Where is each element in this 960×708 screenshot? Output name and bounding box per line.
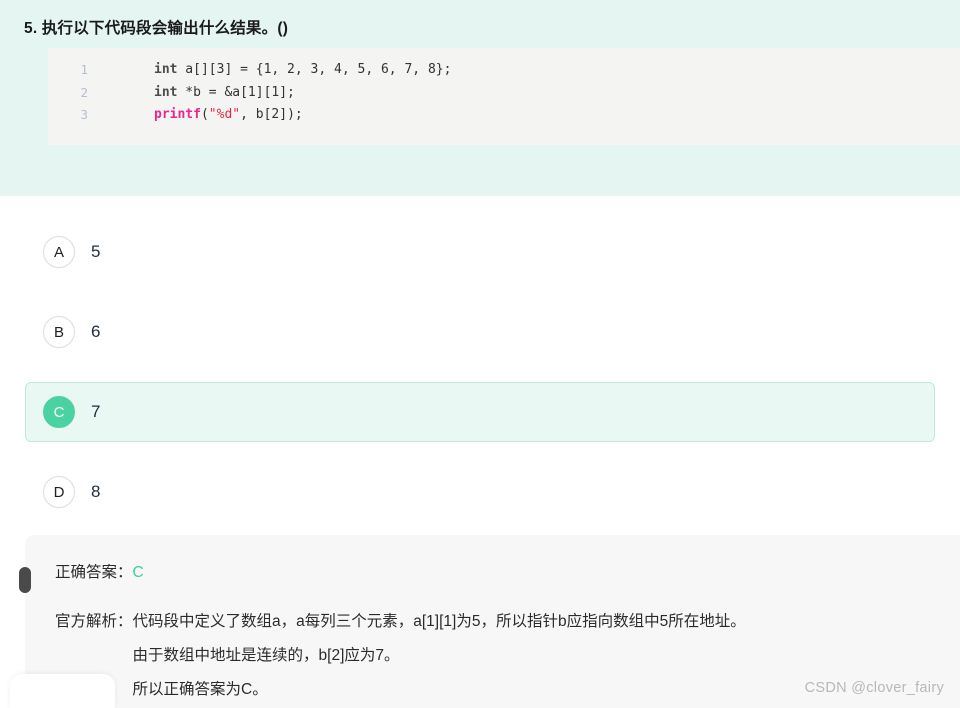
code-line: printf("%d", b[2]); [154,104,451,127]
code-token-pl: , b[2]); [240,107,303,122]
code-token-fn: printf [154,107,201,122]
panel-drag-handle[interactable] [19,567,31,593]
option-badge-a[interactable]: A [43,236,75,268]
code-line: int *b = &a[1][1]; [154,82,451,105]
correct-answer-value: C [132,564,144,581]
options-list: A5 B6 C7 D8 [0,196,960,522]
floating-card[interactable] [10,674,115,708]
question-title: 5. 执行以下代码段会输出什么结果。() [24,20,289,37]
code-token-pl: ( [200,107,209,122]
code-block: 1 2 3 int a[][3] = {1, 2, 3, 4, 5, 6, 7, 8… [48,48,960,145]
option-row-c[interactable]: C7 [25,382,935,442]
code-token-pl: a[][3] = {1, 2, 3, 4, 5, 6, 7, 8}; [177,62,452,77]
option-row-b[interactable]: B6 [25,302,935,362]
option-badge-d[interactable]: D [43,476,75,508]
option-label-b: 6 [91,322,101,341]
code-token-pl: *b = &a[1][1]; [177,84,295,100]
code-token-kw: int [154,62,178,77]
option-label-a: 5 [91,242,101,261]
option-badge-c[interactable]: C [43,396,75,428]
option-row-a[interactable]: A5 [25,222,935,282]
code-line-number-gutter: 1 2 3 [48,59,104,145]
code-line: int a[][3] = {1, 2, 3, 4, 5, 6, 7, 8}; [154,59,451,82]
correct-answer-line: 正确答案：C [55,561,960,585]
option-row-d[interactable]: D8 [25,462,935,522]
correct-answer-label: 正确答案： [55,564,133,581]
question-header-band: 5. 执行以下代码段会输出什么结果。() 1 2 3 int a[][3] = {1… [0,0,960,196]
code-content: int a[][3] = {1, 2, 3, 4, 5, 6, 7, 8}; in… [104,59,451,145]
watermark: CSDN @clover_fairy [804,680,944,696]
analysis-line: 代码段中定义了数组a，a每列三个元素，a[1][1]为5，所以指针b应指向数组中… [132,613,746,630]
code-line-number: 3 [80,107,88,122]
code-line-number: 1 [80,62,88,77]
answer-panel: 正确答案：C 官方解析： 代码段中定义了数组a，a每列三个元素，a[1][1]为… [19,535,960,708]
code-line-number: 2 [80,84,88,100]
analysis-line: 由于数组中地址是连续的，b[2]应为7。 [132,647,400,664]
option-label-c: 7 [91,402,101,421]
code-token-str: "%d" [208,107,241,122]
option-badge-b[interactable]: B [43,316,75,348]
option-label-d: 8 [91,482,101,501]
code-token-kw: int [154,84,178,100]
